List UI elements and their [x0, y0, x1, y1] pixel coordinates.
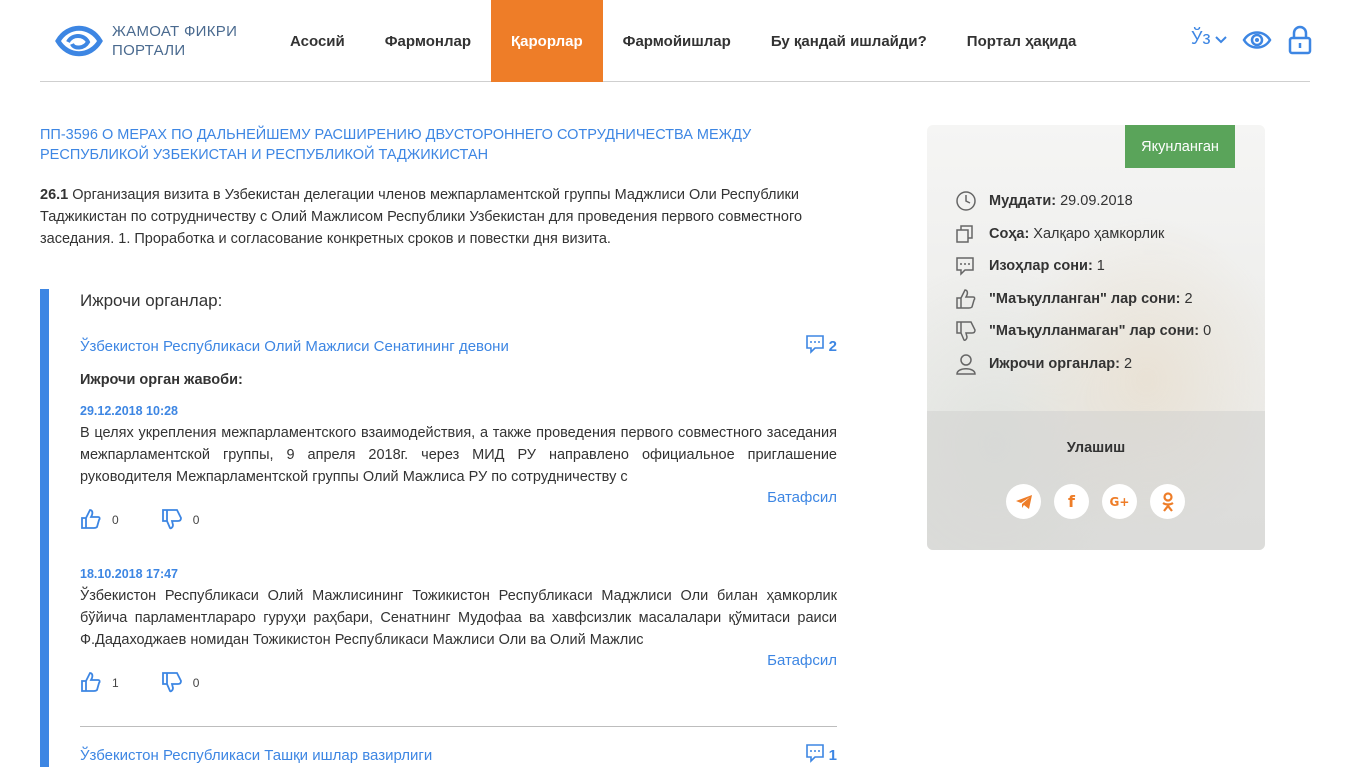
share-section: Улашиш f G+	[927, 411, 1265, 550]
status-badge: Якунланган	[1125, 125, 1235, 168]
answer-date: 29.12.2018 10:28	[80, 404, 179, 418]
odnoklassniki-icon[interactable]	[1150, 484, 1185, 519]
item-number: 26.1	[40, 187, 69, 203]
comment-count: 2	[828, 337, 837, 355]
info-label: "Маъқулланган" лар сони:	[989, 290, 1181, 307]
comment-icon	[955, 256, 981, 277]
thumbs-down-icon	[161, 508, 183, 533]
read-more-link[interactable]: Батафсил	[80, 652, 837, 669]
clock-icon	[955, 190, 981, 212]
answer-item: 29.12.2018 10:28 В целях укрепления межп…	[80, 404, 837, 531]
executor-comments[interactable]: 2	[805, 334, 837, 358]
nav-item-resolutions[interactable]: Қарорлар	[491, 0, 603, 82]
info-label: "Маъқулланмаган" лар сони:	[989, 323, 1200, 340]
resolution-info-panel: Якунланган Муддати: 29.09.2018 Соҳа: Хал…	[927, 125, 1265, 550]
portal-logo-icon[interactable]	[54, 22, 104, 60]
like-button[interactable]: 0	[80, 508, 119, 533]
info-label: Муддати:	[989, 193, 1057, 210]
answer-date: 18.10.2018 17:47	[80, 567, 179, 581]
logo-line-2: ПОРТАЛИ	[112, 42, 186, 59]
nav-item-orders[interactable]: Фармойишлар	[603, 0, 751, 82]
info-label: Соҳа:	[989, 225, 1030, 242]
thumbs-down-icon	[955, 320, 981, 342]
lock-icon[interactable]	[1288, 25, 1312, 60]
logo-line-1: ЖАМОАТ ФИКРИ	[112, 23, 238, 40]
language-selector[interactable]: Ўз	[1191, 28, 1227, 49]
executors-section: Ижрочи органлар: Ўзбекистон Республикаси…	[40, 289, 837, 767]
thumbs-up-icon	[955, 288, 981, 310]
answer-item: 18.10.2018 17:47 Ўзбекистон Республикаси…	[80, 567, 837, 694]
page-title: ПП-3596 О МЕРАХ ПО ДАЛЬНЕЙШЕМУ РАСШИРЕНИ…	[40, 127, 752, 163]
info-value: 2	[1184, 290, 1193, 307]
dislike-count: 0	[192, 513, 200, 527]
copy-icon	[955, 224, 981, 244]
info-label: Ижрочи органлар:	[989, 355, 1120, 372]
dislike-count: 0	[192, 676, 200, 690]
info-value: 2	[1123, 355, 1133, 372]
info-value: 29.09.2018	[1060, 193, 1133, 210]
telegram-icon[interactable]	[1006, 484, 1041, 519]
thumbs-up-icon	[80, 508, 102, 533]
share-buttons: f G+	[1006, 484, 1185, 519]
like-count: 0	[112, 513, 119, 527]
chevron-down-icon	[1214, 28, 1227, 49]
info-value: Халқаро ҳамкорлик	[1033, 225, 1165, 242]
nav-item-how-it-works[interactable]: Бу қандай ишлайди?	[751, 0, 947, 82]
dislike-button[interactable]: 0	[161, 508, 200, 533]
user-icon	[955, 353, 981, 375]
language-label: Ўз	[1191, 28, 1211, 48]
executor-divider	[80, 726, 837, 727]
info-label: Изоҳлар сони:	[989, 258, 1093, 275]
answer-votes: 0 0	[80, 508, 837, 533]
info-comments: Изоҳлар сони: 1	[955, 250, 1211, 283]
info-list: Муддати: 29.09.2018 Соҳа: Халқаро ҳамкор…	[955, 185, 1211, 380]
nav-item-about[interactable]: Портал ҳақида	[947, 0, 1097, 82]
info-value: 1	[1096, 258, 1105, 275]
eye-icon[interactable]	[1242, 28, 1272, 57]
answer-text: Ўзбекистон Республикаси Олий Мажлисининг…	[80, 588, 837, 648]
item-description: 26.1 Организация визита в Узбекистан дел…	[40, 184, 840, 250]
dislike-button[interactable]: 0	[161, 671, 200, 696]
comment-count: 1	[828, 746, 837, 764]
executors-heading: Ижрочи органлар:	[80, 291, 223, 310]
google-plus-icon[interactable]: G+	[1102, 484, 1137, 519]
answer-label: Ижрочи орган жавоби:	[80, 372, 243, 388]
main-nav: Асосий Фармонлар Қарорлар Фармойишлар Бу…	[270, 0, 1096, 82]
info-dislikes: "Маъқулланмаган" лар сони: 0	[955, 315, 1211, 348]
share-label: Улашиш	[1066, 440, 1126, 456]
info-value: 0	[1203, 323, 1212, 340]
comment-icon	[805, 334, 825, 358]
like-button[interactable]: 1	[80, 671, 119, 696]
like-count: 1	[112, 676, 119, 690]
thumbs-up-icon	[80, 671, 102, 696]
portal-logo-text[interactable]: ЖАМОАТ ФИКРИ ПОРТАЛИ	[112, 22, 237, 60]
executor-row: Ўзбекистон Республикаси Ташқи ишлар вази…	[80, 743, 837, 767]
executor-name-link[interactable]: Ўзбекистон Республикаси Олий Мажлиси Сен…	[80, 338, 509, 355]
answer-text: В целях укрепления межпарламентского вза…	[80, 425, 837, 485]
facebook-icon[interactable]: f	[1054, 484, 1089, 519]
nav-item-decrees[interactable]: Фармонлар	[365, 0, 491, 82]
answer-votes: 1 0	[80, 671, 837, 696]
info-deadline: Муддати: 29.09.2018	[955, 185, 1211, 218]
comment-icon	[805, 743, 825, 767]
nav-item-home[interactable]: Асосий	[270, 0, 365, 82]
site-header: ЖАМОАТ ФИКРИ ПОРТАЛИ Асосий Фармонлар Қа…	[40, 0, 1312, 82]
thumbs-down-icon	[161, 671, 183, 696]
executor-name-link[interactable]: Ўзбекистон Республикаси Ташқи ишлар вази…	[80, 747, 432, 764]
info-executors: Ижрочи органлар: 2	[955, 348, 1211, 381]
item-description-text: Организация визита в Узбекистан делегаци…	[40, 187, 803, 247]
info-sector: Соҳа: Халқаро ҳамкорлик	[955, 218, 1211, 251]
read-more-link[interactable]: Батафсил	[80, 489, 837, 506]
executor-comments[interactable]: 1	[805, 743, 837, 767]
executor-row: Ўзбекистон Республикаси Олий Мажлиси Сен…	[80, 334, 837, 358]
info-likes: "Маъқулланган" лар сони: 2	[955, 283, 1211, 316]
